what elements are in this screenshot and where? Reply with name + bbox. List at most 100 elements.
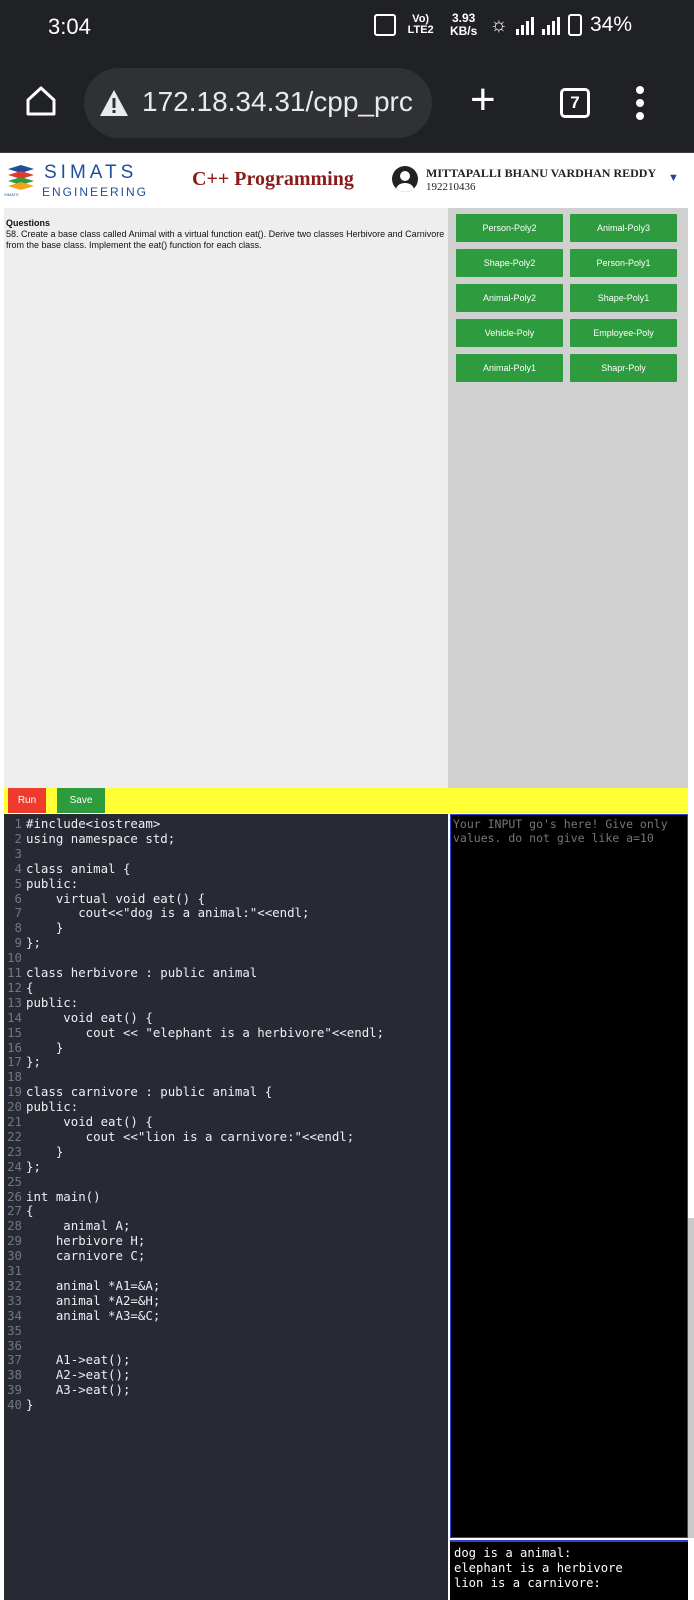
line-number: 37 [7,1352,22,1368]
code-text: }; [26,1158,41,1174]
scrollbar[interactable] [688,1218,694,1538]
code-line[interactable]: 19 class carnivore : public animal { [4,1084,448,1099]
run-button[interactable]: Run [8,788,46,813]
code-line[interactable]: 7 cout<<"dog is a animal:"<<endl; [4,905,448,920]
code-line[interactable]: 28 animal A; [4,1218,448,1233]
code-text: class carnivore : public animal { [26,1084,273,1100]
code-line[interactable]: 40} [4,1397,448,1412]
status-bar: 3:04 Vo) LTE2 3.93 KB/s ☼ 34% [0,0,694,56]
code-line[interactable]: 23 } [4,1144,448,1159]
code-text: cout <<"lion is a carnivore:"<<endl; [26,1128,355,1144]
code-line[interactable]: 27{ [4,1203,448,1218]
exercise-list: Person-Poly2 Animal-Poly3 Shape-Poly2 Pe… [448,208,688,788]
line-number: 25 [7,1173,22,1189]
code-text: animal *A3=&C; [26,1307,161,1323]
line-number: 15 [7,1024,22,1040]
url-text[interactable]: 172.18.34.31/cpp_prc [142,86,413,118]
code-line[interactable]: 20 public: [4,1099,448,1114]
save-button[interactable]: Save [57,788,105,813]
code-line[interactable]: 36 [4,1338,448,1353]
exercise-button[interactable]: Employee-Poly [570,319,677,347]
user-name[interactable]: MITTAPALLI BHANU VARDHAN REDDY [426,166,656,181]
code-line[interactable]: 18 [4,1069,448,1084]
line-number: 26 [7,1188,22,1204]
battery-icon [567,14,582,36]
code-line[interactable]: 16 } [4,1040,448,1055]
exercise-button[interactable]: Shape-Poly1 [570,284,677,312]
exercise-button[interactable]: Animal-Poly2 [456,284,563,312]
code-line[interactable]: 32 animal *A1=&A; [4,1278,448,1293]
code-line[interactable]: 4 class animal { [4,861,448,876]
caret-down-icon[interactable]: ▼ [668,172,679,184]
code-line[interactable]: 10 [4,950,448,965]
code-line[interactable]: 24}; [4,1159,448,1174]
output-area: dog is a animal: elephant is a herbivore l… [450,1540,688,1600]
code-line[interactable]: 39 A3->eat(); [4,1382,448,1397]
code-line[interactable]: 13 public: [4,995,448,1010]
exercise-button[interactable]: Person-Poly2 [456,214,563,242]
plus-icon[interactable]: + [470,78,496,122]
exercise-button[interactable]: Shape-Poly2 [456,249,563,277]
line-number: 22 [7,1128,22,1144]
status-icons: Vo) LTE2 3.93 KB/s ☼ 34% [373,11,632,38]
code-line[interactable]: 26 int main() [4,1189,448,1204]
more-vert-icon[interactable] [636,86,646,125]
code-line[interactable]: 31 [4,1263,448,1278]
exercise-button[interactable]: Animal-Poly3 [570,214,677,242]
code-line[interactable]: 35 [4,1323,448,1338]
vibrate-icon [373,14,396,36]
line-number: 29 [7,1233,22,1249]
question-text: 58. Create a base class called Animal wi… [6,229,445,250]
code-line[interactable]: 30 carnivore C; [4,1248,448,1263]
network-speed: 3.93 KB/s [449,11,478,38]
code-line[interactable]: 21 void eat() { [4,1114,448,1129]
exercise-button[interactable]: Animal-Poly1 [456,354,563,382]
code-line[interactable]: 2 using namespace std; [4,831,448,846]
line-number: 31 [7,1263,22,1278]
code-line[interactable]: 38 A2->eat(); [4,1367,448,1382]
code-line[interactable]: 3 [4,846,448,861]
exercise-button[interactable]: Vehicle-Poly [456,319,563,347]
code-line[interactable]: 5 public: [4,876,448,891]
code-text: virtual void eat() { [26,890,206,906]
line-number: 12 [7,979,22,995]
code-editor[interactable]: 1 #include<iostream> 2 using namespace std;… [4,814,448,1600]
code-text: class herbivore : public animal [26,965,258,980]
code-line[interactable]: 33 animal *A2=&H; [4,1293,448,1308]
address-bar[interactable]: 172.18.34.31/cpp_prc [84,68,432,138]
code-line[interactable]: 14 void eat() { [4,1010,448,1025]
code-line[interactable]: 29 herbivore H; [4,1233,448,1248]
code-line[interactable]: 6 virtual void eat() { [4,891,448,906]
exercise-button[interactable]: Person-Poly1 [570,249,677,277]
warning-icon[interactable] [98,88,130,118]
code-text: void eat() { [26,1009,153,1025]
exercise-button[interactable]: Shapr-Poly [570,354,677,382]
line-number: 35 [7,1322,22,1338]
code-line[interactable]: 8 } [4,920,448,935]
code-line[interactable]: 17}; [4,1054,448,1069]
code-line[interactable]: 25 [4,1174,448,1189]
home-icon[interactable] [24,84,58,118]
code-text: animal A; [26,1218,131,1234]
line-number: 19 [7,1084,22,1100]
network-label: Vo) LTE2 [407,13,434,36]
code-text: public: [26,875,79,891]
user-icon[interactable] [392,166,418,192]
browser-toolbar: 172.18.34.31/cpp_prc + 7 [0,56,694,153]
tab-switcher-icon[interactable]: 7 [560,88,590,118]
line-number: 4 [14,860,22,876]
code-text: animal *A1=&A; [26,1277,161,1293]
code-line[interactable]: 1 #include<iostream> [4,816,448,831]
code-line[interactable]: 22 cout <<"lion is a carnivore:"<<endl; [4,1129,448,1144]
code-line[interactable]: 9}; [4,935,448,950]
code-line[interactable]: 15 cout << "elephant is a herbivore"<<en… [4,1025,448,1040]
input-area[interactable]: Your INPUT go's here! Give only values. … [450,814,688,1538]
code-line[interactable]: 12{ [4,980,448,995]
code-text: carnivore C; [26,1248,146,1264]
code-text: using namespace std; [26,830,176,846]
code-line[interactable]: 37 A1->eat(); [4,1352,448,1367]
code-line[interactable]: 34 animal *A3=&C; [4,1308,448,1323]
code-text: void eat() { [26,1114,153,1129]
code-text: class animal { [26,860,131,876]
code-line[interactable]: 11 class herbivore : public animal [4,965,448,980]
